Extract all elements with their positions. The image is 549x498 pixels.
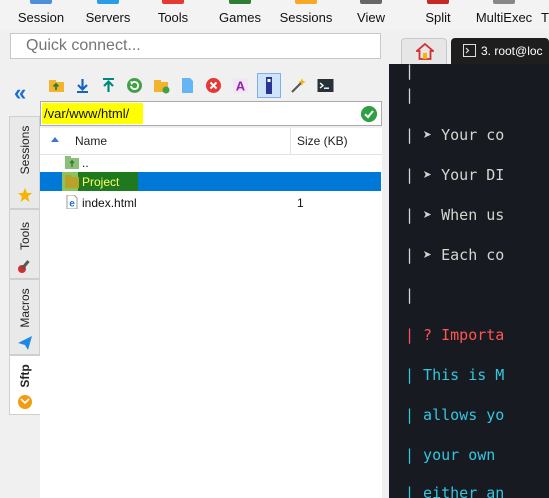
tab-session-3[interactable]: 3. root@loc xyxy=(451,38,549,64)
sort-ascending-icon[interactable] xyxy=(51,137,59,142)
tools-icon xyxy=(162,0,184,4)
refresh-icon[interactable] xyxy=(126,77,143,94)
sftp-file-list: Name Size (KB) .. Project e index.html 1 xyxy=(40,128,382,498)
svg-text:e: e xyxy=(69,199,75,210)
send-icon xyxy=(18,336,32,350)
terminal-line: | ➤ Your DI xyxy=(405,166,505,184)
terminal-line: | ? Importa xyxy=(405,326,505,344)
session-icon xyxy=(30,0,52,4)
path-ok-icon[interactable] xyxy=(361,106,377,122)
sftp-path-field[interactable]: /var/www/html/ xyxy=(40,101,382,126)
column-divider[interactable] xyxy=(290,128,291,154)
menu-multiexec[interactable]: MultiExec xyxy=(474,0,534,30)
tab-session-label: 3. root@loc xyxy=(481,44,543,58)
sessions-icon xyxy=(295,0,317,4)
menu-sessions[interactable]: Sessions xyxy=(276,0,336,30)
terminal-icon[interactable] xyxy=(317,77,334,94)
terminal-line: | your own xyxy=(405,446,505,464)
terminal-line: | ➤ When us xyxy=(405,206,505,224)
sftp-globe-icon xyxy=(18,395,32,409)
download-icon[interactable] xyxy=(74,77,91,94)
folder-icon xyxy=(65,175,79,188)
sftp-toolbar: A xyxy=(40,70,382,100)
terminal-line: | either an xyxy=(405,484,505,498)
upload-icon[interactable] xyxy=(100,77,117,94)
collapse-sidebar-icon[interactable]: « xyxy=(14,82,36,104)
file-row-project[interactable]: Project xyxy=(40,172,381,191)
rename-icon[interactable]: A xyxy=(232,77,249,94)
menu-games[interactable]: Games xyxy=(214,0,266,30)
new-file-icon[interactable] xyxy=(179,77,196,94)
delete-icon[interactable] xyxy=(205,77,222,94)
star-icon xyxy=(18,188,32,202)
multiexec-icon xyxy=(493,0,515,4)
terminal-line: | This is M xyxy=(405,366,505,384)
file-name: .. xyxy=(82,156,89,170)
file-row-parent[interactable]: .. xyxy=(40,153,382,172)
tab-tools[interactable]: Tools xyxy=(9,209,40,279)
permissions-icon[interactable] xyxy=(257,73,281,98)
svg-text:A: A xyxy=(236,79,246,94)
file-size: 1 xyxy=(297,196,304,210)
file-list-header: Name Size (KB) xyxy=(40,128,382,155)
menu-t[interactable]: T xyxy=(538,0,549,30)
file-name: Project xyxy=(82,175,120,189)
menu-split[interactable]: Split xyxy=(420,0,456,30)
file-name: index.html xyxy=(82,196,137,210)
column-name[interactable]: Name xyxy=(75,134,107,148)
servers-icon xyxy=(97,0,119,4)
menu-bar: Session Servers Tools Games Sessions Vie… xyxy=(0,0,549,30)
games-icon xyxy=(229,0,251,4)
terminal-line: | ➤ Each co xyxy=(405,246,505,264)
terminal-line: | xyxy=(405,64,415,80)
html-file-icon: e xyxy=(66,195,78,210)
wand-icon[interactable] xyxy=(290,77,307,94)
tab-macros[interactable]: Macros xyxy=(9,279,40,355)
new-folder-icon[interactable] xyxy=(153,77,170,94)
split-icon xyxy=(427,0,449,4)
terminal-tab-icon xyxy=(463,44,476,57)
quick-connect-box[interactable] xyxy=(10,33,386,59)
terminal-line: | allows yo xyxy=(405,406,505,424)
menu-session[interactable]: Session xyxy=(12,0,70,30)
wrench-icon xyxy=(18,260,30,273)
tab-sessions[interactable]: Sessions xyxy=(9,116,40,209)
terminal-line: | ➤ Your co xyxy=(405,126,505,144)
home-icon xyxy=(416,43,434,60)
sftp-path-text[interactable]: /var/www/html/ xyxy=(42,103,144,124)
folder-up-icon[interactable] xyxy=(48,77,65,94)
terminal-line: | xyxy=(405,86,415,104)
quick-connect-input[interactable] xyxy=(11,34,386,58)
menu-view[interactable]: View xyxy=(351,0,391,30)
parent-folder-icon xyxy=(65,156,79,169)
view-icon xyxy=(360,0,382,4)
terminal-output[interactable]: | | | ➤ Your co | ➤ Your DI | ➤ When us … xyxy=(389,64,549,498)
tab-home[interactable] xyxy=(401,38,447,64)
column-size[interactable]: Size (KB) xyxy=(297,134,348,148)
terminal-line: | xyxy=(405,286,415,304)
menu-servers[interactable]: Servers xyxy=(80,0,136,30)
tab-sftp[interactable]: Sftp xyxy=(9,355,40,415)
file-row-index-html[interactable]: e index.html 1 xyxy=(40,193,382,212)
menu-tools[interactable]: Tools xyxy=(150,0,196,30)
